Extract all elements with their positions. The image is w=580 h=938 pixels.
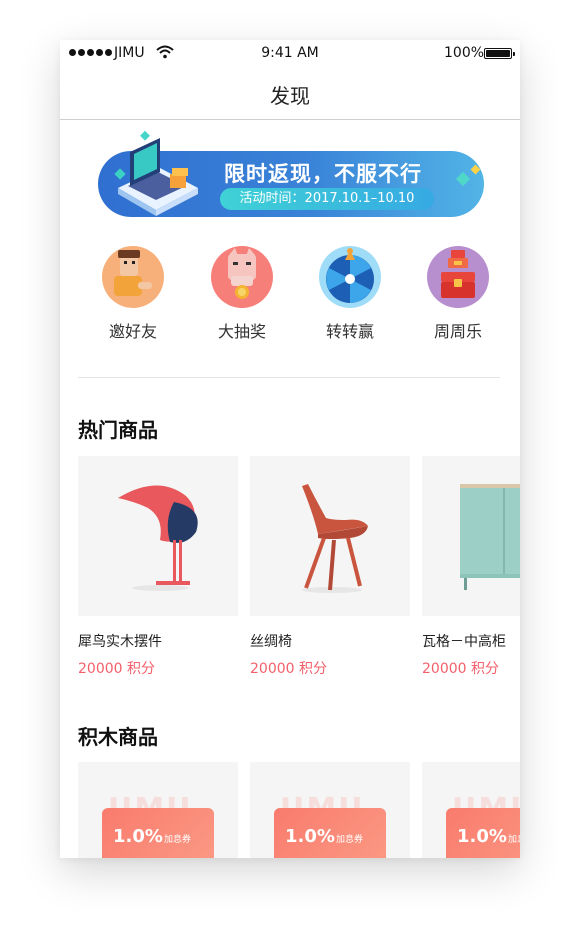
product-price: 20000 积分 — [78, 661, 155, 677]
invite-friends-icon — [102, 246, 164, 308]
block-products-title: 积木商品 — [78, 725, 158, 749]
coupon-rate: 1.0% — [113, 826, 163, 847]
coupon-image: JIMU 1.0% 加息券 — [78, 762, 238, 858]
banner-subtitle: 活动时间：2017.10.1–10.10 — [220, 188, 434, 210]
product-image — [422, 456, 520, 616]
category-label: 转转赢 — [325, 322, 374, 341]
coupon-card[interactable]: JIMU 1.0% 加息券 — [78, 762, 238, 858]
coupon-tag: 加息券 — [336, 835, 364, 845]
category-label: 大抽奖 — [217, 322, 266, 341]
coupon-tag: 加息券 — [508, 835, 520, 845]
category-invite-friends[interactable]: 邀好友 — [88, 242, 178, 342]
battery-percent: 100% — [444, 45, 485, 61]
category-spin-wheel[interactable]: 转转赢 — [305, 242, 395, 342]
coupon-ticket: 1.0% 加息券 — [102, 808, 214, 858]
laptop-illustration-icon — [114, 130, 198, 216]
product-image — [78, 456, 238, 616]
category-label: 周周乐 — [433, 322, 482, 341]
coupon-image: JIMU 1.0% 加息券 — [250, 762, 410, 858]
spin-wheel-icon — [319, 246, 381, 308]
phone-screen: JIMU 9:41 AM 100% 发现 限时返现，不服不行 活动时间：2017… — [60, 40, 520, 858]
hot-products-title: 热门商品 — [78, 418, 158, 442]
lucky-draw-icon — [211, 246, 273, 308]
product-price: 20000 积分 — [250, 661, 327, 677]
coupon-ticket: 1.0% 加息券 — [446, 808, 520, 858]
coupon-tag: 加息券 — [164, 835, 192, 845]
navigation-bar: 发现 — [60, 68, 520, 120]
category-weekly-chest[interactable]: 周周乐 — [413, 242, 503, 342]
hornbill-ornament-image — [118, 485, 198, 591]
product-price: 20000 积分 — [422, 661, 499, 677]
coupon-card[interactable]: JIMU 1.0% 加息券 — [250, 762, 410, 858]
product-card[interactable]: 犀鸟实木摆件 20000 积分 — [78, 456, 238, 678]
banner-title: 限时返现，不服不行 — [224, 162, 422, 186]
coupon-rate: 1.0% — [285, 826, 335, 847]
product-name: 瓦格－中高柜 — [422, 634, 506, 650]
product-card[interactable]: 丝绸椅 20000 积分 — [250, 456, 410, 678]
coupon-rate: 1.0% — [457, 826, 507, 847]
product-name: 丝绸椅 — [250, 634, 292, 650]
category-lucky-draw[interactable]: 大抽奖 — [197, 242, 287, 342]
category-row: 邀好友 大抽奖 转转赢 周周乐 — [60, 242, 520, 352]
status-bar: JIMU 9:41 AM 100% — [60, 40, 520, 68]
category-label: 邀好友 — [108, 322, 157, 341]
battery-icon — [484, 48, 515, 59]
product-name: 犀鸟实木摆件 — [78, 634, 162, 650]
weekly-chest-icon — [427, 246, 489, 308]
section-divider — [78, 377, 500, 378]
page-title: 发现 — [270, 84, 310, 108]
coupon-card[interactable]: JIMU 1.0% 加息券 — [422, 762, 520, 858]
product-card[interactable]: 瓦格－中高柜 20000 积分 — [422, 456, 520, 678]
silk-chair-image — [302, 484, 368, 593]
product-image — [250, 456, 410, 616]
coupon-image: JIMU 1.0% 加息券 — [422, 762, 520, 858]
cabinet-image — [460, 484, 520, 590]
coupon-ticket: 1.0% 加息券 — [274, 808, 386, 858]
